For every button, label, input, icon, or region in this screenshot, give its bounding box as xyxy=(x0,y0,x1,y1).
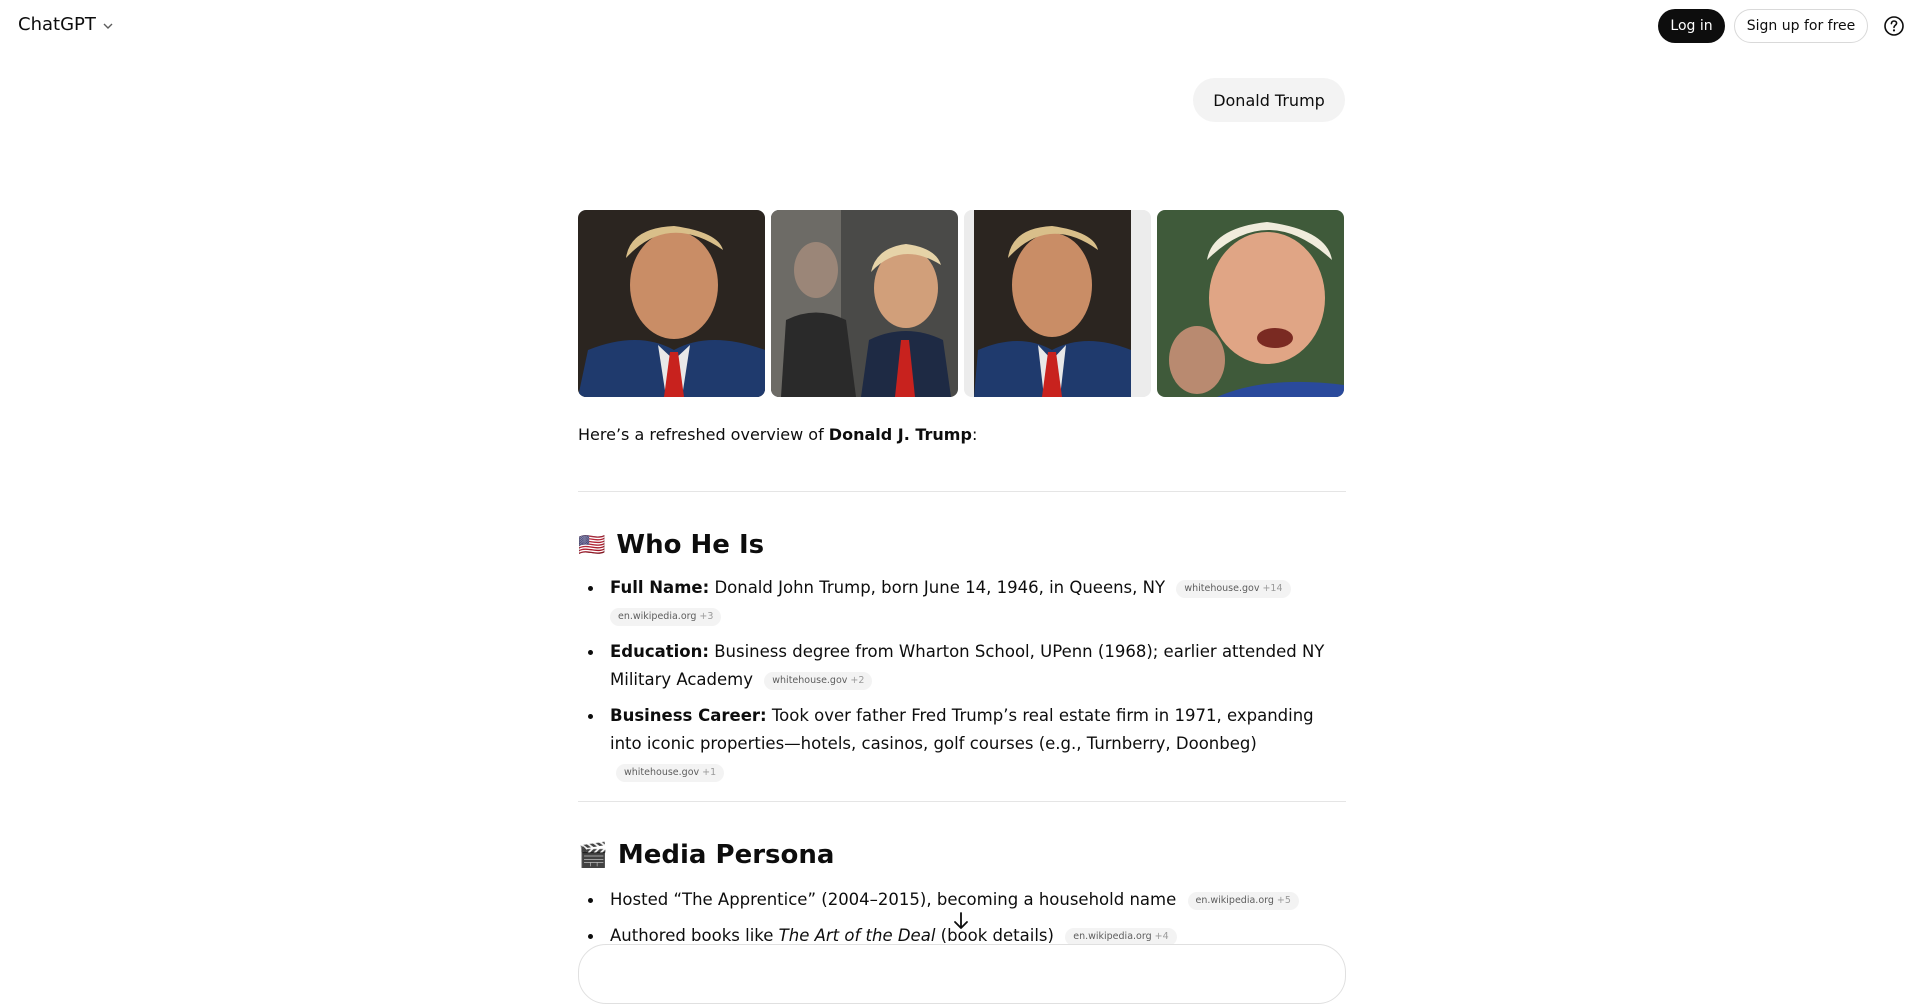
login-button[interactable]: Log in xyxy=(1658,9,1725,43)
section-title: Who He Is xyxy=(616,530,765,560)
message-composer[interactable] xyxy=(578,944,1346,1004)
help-circle-icon[interactable] xyxy=(1883,15,1905,37)
item-text: Hosted “The Apprentice” (2004–2015), bec… xyxy=(610,890,1177,909)
app-title: ChatGPT xyxy=(18,14,96,35)
result-image-3[interactable] xyxy=(964,210,1151,397)
who-list: Full Name: Donald John Trump, born June … xyxy=(578,574,1348,794)
intro-punct: : xyxy=(971,425,978,444)
clapperboard-icon: 🎬 xyxy=(578,841,608,869)
arrow-down-icon[interactable] xyxy=(948,908,974,934)
user-message-bubble: Donald Trump xyxy=(1193,78,1345,122)
portrait-photo-icon xyxy=(578,210,765,397)
event-photo-icon xyxy=(771,210,958,397)
divider xyxy=(578,491,1346,492)
intro-text: Here’s a refreshed overview of xyxy=(578,425,829,444)
section-heading-media: 🎬 Media Persona xyxy=(578,840,834,870)
citation-chip[interactable]: en.wikipedia.org +3 xyxy=(610,608,722,626)
divider xyxy=(578,801,1346,802)
item-text: Authored books like xyxy=(610,926,779,945)
us-flag-icon: 🇺🇸 xyxy=(578,532,607,558)
answer-intro: Here’s a refreshed overview of Donald J.… xyxy=(578,424,977,446)
list-item: Education: Business degree from Wharton … xyxy=(578,638,1348,694)
portrait-photo-icon xyxy=(964,210,1151,397)
speaking-photo-icon xyxy=(1157,210,1344,397)
list-item: Business Career: Took over father Fred T… xyxy=(578,702,1348,786)
list-item: Full Name: Donald John Trump, born June … xyxy=(578,574,1348,630)
section-heading-who: 🇺🇸 Who He Is xyxy=(578,530,764,560)
citation-chip[interactable]: whitehouse.gov +14 xyxy=(1176,580,1291,598)
item-label: Full Name: xyxy=(610,578,710,597)
citation-chip[interactable]: whitehouse.gov +2 xyxy=(764,672,873,690)
model-selector[interactable]: ChatGPT xyxy=(18,14,114,35)
signup-button[interactable]: Sign up for free xyxy=(1734,9,1868,43)
citation-chip[interactable]: en.wikipedia.org +5 xyxy=(1187,892,1299,910)
result-image-4[interactable] xyxy=(1157,210,1344,397)
item-text: Business degree from Wharton School, UPe… xyxy=(610,642,1325,689)
section-title: Media Persona xyxy=(617,840,835,870)
book-title: The Art of the Deal xyxy=(778,926,936,945)
result-image-1[interactable] xyxy=(578,210,765,397)
top-bar: ChatGPT Log in Sign up for free xyxy=(0,0,1920,52)
intro-bold-name: Donald J. Trump xyxy=(828,425,972,444)
item-label: Education: xyxy=(610,642,709,661)
item-label: Business Career: xyxy=(610,706,767,725)
item-text: Donald John Trump, born June 14, 1946, i… xyxy=(714,578,1166,597)
result-image-2[interactable] xyxy=(771,210,958,397)
image-results xyxy=(578,210,1344,397)
citation-chip[interactable]: whitehouse.gov +1 xyxy=(616,764,725,782)
chevron-down-icon xyxy=(103,23,113,29)
